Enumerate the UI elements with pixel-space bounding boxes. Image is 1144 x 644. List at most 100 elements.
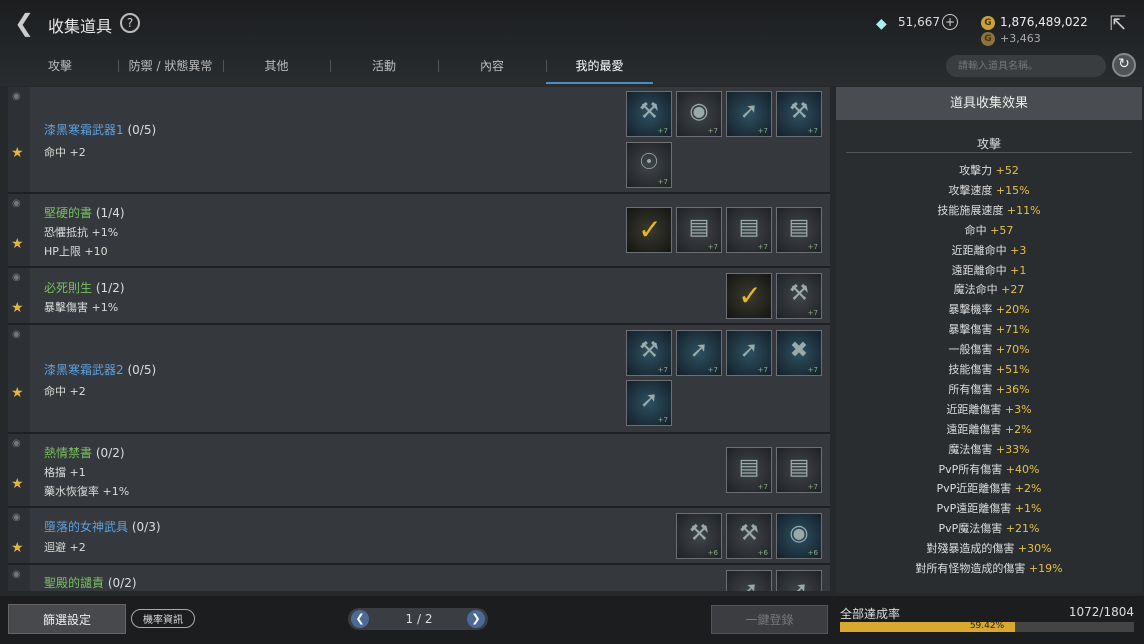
item-slot[interactable]: ⚒ +6 <box>676 513 722 559</box>
item-slot[interactable]: ✖ +7 <box>776 330 822 376</box>
eye-icon[interactable]: ◉ <box>12 272 21 283</box>
item-slot[interactable]: ◉ +7 <box>676 91 722 137</box>
tab-favorites[interactable]: 我的最愛 <box>546 54 653 84</box>
item-slot[interactable]: ▤ +7 <box>726 447 772 493</box>
collection-row[interactable]: ◉ ★ 堅硬的書 (1/4) 恐懼抵抗 +1% HP上限 +10 ✓ ▤ +7 ▤… <box>8 194 830 268</box>
item-slot[interactable]: ➚ <box>726 570 772 591</box>
item-slot[interactable]: ⚒ +7 <box>626 91 672 137</box>
effect-value: +30% <box>1017 542 1052 556</box>
favorite-star-icon[interactable]: ★ <box>11 385 24 401</box>
item-slot[interactable]: ➚ +7 <box>726 91 772 137</box>
effect-item: 所有傷害 +36% <box>836 381 1142 397</box>
effect-item: PvP魔法傷害 +21% <box>836 520 1142 536</box>
tab-event[interactable]: 活動 <box>330 54 438 84</box>
eye-icon[interactable]: ◉ <box>12 91 21 102</box>
collection-row[interactable]: ◉ ★ 必死則生 (1/2) 暴擊傷害 +1% ✓ ⚒ +7 <box>8 268 830 325</box>
item-slot[interactable]: ☉ +7 <box>626 142 672 188</box>
collection-name[interactable]: 堅硬的書 (1/4) <box>44 204 125 221</box>
item-slot[interactable]: ⚒ +7 <box>776 91 822 137</box>
eye-icon[interactable]: ◉ <box>12 569 21 580</box>
item-slot[interactable]: ⚒ +7 <box>776 273 822 319</box>
collection-stat: 恐懼抵抗 +1% <box>44 226 119 239</box>
collection-name[interactable]: 漆黑寒霜武器2 (0/5) <box>44 361 156 378</box>
item-slot[interactable]: ◉ +6 <box>776 513 822 559</box>
favorite-star-icon[interactable]: ★ <box>11 236 24 252</box>
item-slot[interactable]: ▤ +7 <box>776 447 822 493</box>
probability-info-button[interactable]: 機率資訊 <box>131 609 195 628</box>
collection-name[interactable]: 熱情禁書 (0/2) <box>44 444 125 461</box>
item-level: +7 <box>707 127 718 135</box>
collection-row[interactable]: ◉ ★ 熱情禁書 (0/2) 格擋 +1 藥水恢復率 +1% ▤ +7 ▤ +7 <box>8 434 830 508</box>
tab-content[interactable]: 內容 <box>438 54 546 84</box>
next-page-icon[interactable]: ❯ <box>467 610 485 628</box>
tab-other[interactable]: 其他 <box>223 54 330 84</box>
effect-item: 攻擊速度 +15% <box>836 182 1142 198</box>
tab-attack[interactable]: 攻擊 <box>10 54 110 84</box>
effect-value: +36% <box>995 382 1030 396</box>
item-slot[interactable]: ➚ +7 <box>676 330 722 376</box>
book-icon: ▤ <box>688 215 710 240</box>
effect-label: PvP近距離傷害 <box>936 482 1012 496</box>
back-arrow-icon[interactable]: ❮ <box>14 10 42 38</box>
item-level: +7 <box>807 309 818 317</box>
collection-name[interactable]: 聖殿的譴責 (0/2) <box>44 574 137 591</box>
refresh-icon[interactable]: ↻ <box>1112 53 1136 77</box>
dagger-icon: ➚ <box>739 578 759 591</box>
filter-settings-button[interactable]: 篩選設定 <box>8 604 126 634</box>
effect-value: +33% <box>995 442 1030 456</box>
effect-value: +40% <box>1005 462 1040 476</box>
item-slot[interactable]: ➚ +7 <box>626 380 672 426</box>
collection-name[interactable]: 必死則生 (1/2) <box>44 279 125 296</box>
effect-value: +71% <box>995 323 1030 337</box>
item-level: +7 <box>757 366 768 374</box>
total-completion-value: 1072/1804 <box>1068 605 1134 619</box>
collection-row[interactable]: ◉ ★ 墮落的女神武具 (0/3) 迴避 +2 ⚒ +6 ⚒ +6 ◉ +6 <box>8 508 830 565</box>
helmet-icon: ◉ <box>789 521 809 546</box>
help-icon[interactable]: ? <box>120 13 140 33</box>
exit-icon[interactable]: ⇱ <box>1104 10 1132 38</box>
effect-label: 命中 <box>964 223 987 237</box>
effect-item: 攻擊力 +52 <box>836 162 1142 178</box>
favorite-star-icon[interactable]: ★ <box>11 540 24 556</box>
eye-icon[interactable]: ◉ <box>12 438 21 449</box>
favorite-star-icon[interactable]: ★ <box>11 300 24 316</box>
add-gem-button[interactable]: + <box>942 14 958 30</box>
eye-icon[interactable]: ◉ <box>12 512 21 523</box>
item-search-input[interactable] <box>946 55 1106 77</box>
item-level: +7 <box>657 366 668 374</box>
prev-page-icon[interactable]: ❮ <box>351 610 369 628</box>
item-slot[interactable]: ▤ +7 <box>726 207 772 253</box>
effect-value: +2% <box>1014 482 1042 496</box>
eye-icon[interactable]: ◉ <box>12 329 21 340</box>
eye-icon[interactable]: ◉ <box>12 198 21 209</box>
effect-item: 暴擊機率 +20% <box>836 301 1142 317</box>
collection-stat: 格擋 +1 <box>44 466 86 479</box>
effect-item: 暴擊傷害 +71% <box>836 321 1142 337</box>
item-slot[interactable]: ➚ +7 <box>726 330 772 376</box>
collection-name[interactable]: 墮落的女神武具 (0/3) <box>44 518 161 535</box>
collection-row[interactable]: ◉ ★ 漆黑寒霜武器1 (0/5) 命中 +2 ⚒ +7 ◉ +7 ➚ +7 ⚒ +7 … <box>8 87 830 194</box>
item-level: +7 <box>807 127 818 135</box>
collection-list[interactable]: ◉ ★ 漆黑寒霜武器1 (0/5) 命中 +2 ⚒ +7 ◉ +7 ➚ +7 ⚒ +7 … <box>8 87 830 591</box>
effect-item: 一般傷害 +70% <box>836 341 1142 357</box>
collection-name[interactable]: 漆黑寒霜武器1 (0/5) <box>44 121 156 138</box>
collection-row[interactable]: ◉ 聖殿的譴責 (0/2) ➚ ➚ <box>8 565 830 591</box>
favorite-star-icon[interactable]: ★ <box>11 476 24 492</box>
item-slot[interactable]: ▤ +7 <box>676 207 722 253</box>
book-icon: ▤ <box>738 215 760 240</box>
item-slot[interactable]: ⚒ +7 <box>626 330 672 376</box>
register-all-button[interactable]: 一鍵登錄 <box>711 605 828 634</box>
item-slot[interactable]: ▤ +7 <box>776 207 822 253</box>
collection-row[interactable]: ◉ ★ 漆黑寒霜武器2 (0/5) 命中 +2 ⚒ +7 ➚ +7 ➚ +7 ✖ +7 … <box>8 325 830 434</box>
effect-value: +15% <box>995 183 1030 197</box>
item-slot[interactable]: ✓ <box>726 273 772 319</box>
effect-value: +27 <box>1001 283 1025 297</box>
tab-defense[interactable]: 防禦 / 狀態異常 <box>118 54 223 84</box>
effect-label: 攻擊速度 <box>948 183 993 197</box>
item-slot[interactable]: ✓ <box>626 207 672 253</box>
diamond-icon: ◆ <box>876 16 887 32</box>
item-slot[interactable]: ⚒ +6 <box>726 513 772 559</box>
item-slot[interactable]: ➚ <box>776 570 822 591</box>
item-level: +7 <box>807 483 818 491</box>
favorite-star-icon[interactable]: ★ <box>11 145 24 161</box>
